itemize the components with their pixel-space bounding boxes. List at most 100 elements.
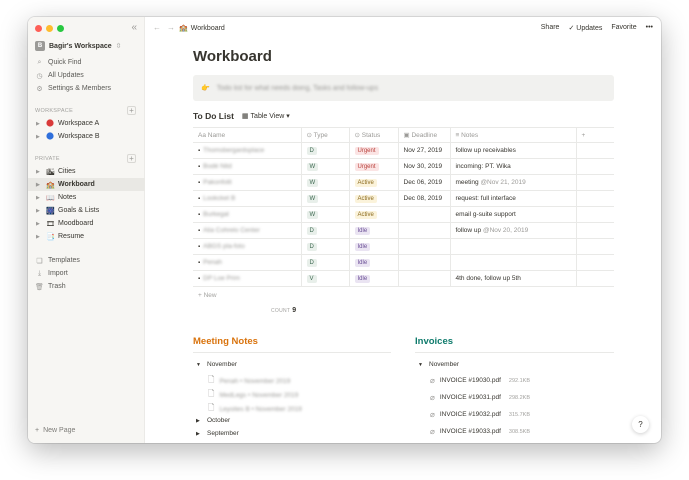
status-cell[interactable]: Active [349,190,399,207]
name-cell[interactable]: ▪ Lookcket B [193,190,302,207]
sidebar-item-workspace-a[interactable]: ▶ Workspace A [28,117,145,130]
status-cell[interactable]: Idle [349,254,399,271]
all-updates-button[interactable]: ◷ All Updates [28,69,145,82]
name-cell[interactable]: ▪ Alia Cohrelo Center [193,222,302,239]
new-page-button[interactable]: + New Page [35,427,75,434]
toggle-closed-icon[interactable]: ▶ [196,418,202,424]
status-cell[interactable]: Idle [349,238,399,255]
deadline-cell[interactable]: Dec 08, 2019 [398,190,451,207]
table-row[interactable]: ▪ ABGS pla-foto D Idle [193,238,614,255]
type-cell[interactable]: W [301,174,350,191]
column-header-deadline[interactable]: ▣ Deadline [398,127,451,143]
table-row[interactable]: ▪ Thomsbergardsplace D Urgent Nov 27, 2019 fo… [193,142,614,159]
count-summary[interactable]: COUNT 9 [271,307,296,314]
settings-members-button[interactable]: ⚙ Settings & Members [28,82,145,95]
invoice-file[interactable]: ⌀ INVOICE #19031.pdf 298.2KB [430,393,530,402]
trash-button[interactable]: 🗑 Trash [28,280,145,293]
maximize-window-button[interactable] [57,25,64,32]
sidebar-item-workspace-b[interactable]: ▶ Workspace B [28,130,145,143]
meeting-note-link[interactable]: 🗋 Penah • November 2019 [208,374,290,388]
sidebar-item-workboard[interactable]: ▶ 🏫 Workboard [28,178,145,191]
deadline-cell[interactable]: Nov 30, 2019 [398,158,451,175]
add-column-button[interactable]: + [576,127,614,143]
name-cell[interactable]: ▪ DP Loe Prim [193,270,302,287]
table-row[interactable]: ▪ Pakonfolit W Active Dec 06, 2019 meeting @N… [193,174,614,191]
meeting-note-link[interactable]: 🗋 MedLegs • November 2019 [208,388,298,402]
deadline-cell[interactable] [398,206,451,223]
invoice-file[interactable]: ⌀ INVOICE #19030.pdf 292.1KB [430,376,530,385]
expand-triangle-icon[interactable]: ▶ [36,121,43,127]
deadline-cell[interactable]: Dec 06, 2019 [398,174,451,191]
meeting-note-link[interactable]: 🗋 Leyoites B • November 2019 [208,402,302,416]
deadline-cell[interactable] [398,270,451,287]
invoice-file[interactable]: ⌀ INVOICE #19032.pdf 315.7KB [430,410,530,419]
close-window-button[interactable] [35,25,42,32]
more-options-icon[interactable]: ••• [646,24,653,32]
templates-button[interactable]: ❏ Templates [28,254,145,267]
type-cell[interactable]: D [301,238,350,255]
toggle-november[interactable]: ▼ November [196,361,237,368]
sidebar-item-notes[interactable]: ▶ 📖 Notes [28,191,145,204]
name-cell[interactable]: ▪ Thomsbergardsplace [193,142,302,159]
type-cell[interactable]: V [301,270,350,287]
toggle-closed-icon[interactable]: ▶ [196,431,202,437]
import-button[interactable]: ⤓ Import [28,267,145,280]
expand-triangle-icon[interactable]: ▶ [36,169,43,175]
deadline-cell[interactable]: Nov 27, 2019 [398,142,451,159]
notes-cell[interactable]: request: full interface [450,190,577,207]
quick-find-button[interactable]: ⌕ Quick Find [28,56,145,69]
type-cell[interactable]: D [301,222,350,239]
table-row[interactable]: ▪ Bodé Nitd W Urgent Nov 30, 2019 incoming: P… [193,158,614,175]
expand-triangle-icon[interactable]: ▶ [36,134,43,140]
page-title[interactable]: Workboard [193,48,272,65]
workspace-switcher[interactable]: B Bagir's Workspace ⇳ [35,41,122,51]
type-cell[interactable]: W [301,190,350,207]
updates-button[interactable]: ✓ Updates [568,24,602,32]
table-row[interactable]: ▪ DP Loe Prim V Idle 4th done, follow up 5th [193,270,614,287]
share-button[interactable]: Share [541,24,560,32]
add-private-page-button[interactable]: + [127,154,136,163]
expand-triangle-icon[interactable]: ▶ [36,182,43,188]
type-cell[interactable]: W [301,206,350,223]
deadline-cell[interactable] [398,238,451,255]
name-cell[interactable]: ▪ Burkegal [193,206,302,223]
add-workspace-page-button[interactable]: + [127,106,136,115]
breadcrumb[interactable]: 🏫 Workboard [179,24,225,33]
type-cell[interactable]: W [301,158,350,175]
expand-triangle-icon[interactable]: ▶ [36,221,43,227]
table-row[interactable]: ▪ Burkegal W Active email g-suite support [193,206,614,223]
new-row-button[interactable]: + New [198,292,217,299]
sidebar-item-moodboard[interactable]: ▶ 🎞 Moodboard [28,217,145,230]
favorite-button[interactable]: Favorite [611,24,636,32]
expand-triangle-icon[interactable]: ▶ [36,195,43,201]
notes-cell[interactable]: incoming: PT. Wika [450,158,577,175]
notes-cell[interactable]: 4th done, follow up 5th [450,270,577,287]
help-button[interactable]: ? [632,416,649,433]
column-header-type[interactable]: ⊙ Type [301,127,350,143]
notes-cell[interactable]: follow up receivables [450,142,577,159]
toggle-september[interactable]: ▶ September [196,430,239,437]
deadline-cell[interactable] [398,222,451,239]
meeting-notes-heading[interactable]: Meeting Notes [193,336,258,347]
toggle-invoices-november[interactable]: ▼ November [418,361,459,368]
status-cell[interactable]: Active [349,206,399,223]
notes-cell[interactable] [450,254,577,271]
collapse-sidebar-icon[interactable]: « [131,22,137,33]
forward-arrow-icon[interactable]: → [167,23,175,32]
column-header-notes[interactable]: ≡ Notes [450,127,577,143]
name-cell[interactable]: ▪ ABGS pla-foto [193,238,302,255]
view-switcher-button[interactable]: ▦ Table View ▾ [242,112,290,121]
status-cell[interactable]: Urgent [349,158,399,175]
name-cell[interactable]: ▪ Penah [193,254,302,271]
status-cell[interactable]: Urgent [349,142,399,159]
notes-cell[interactable]: meeting @Nov 21, 2019 [450,174,577,191]
type-cell[interactable]: D [301,254,350,271]
invoices-heading[interactable]: Invoices [415,336,453,347]
minimize-window-button[interactable] [46,25,53,32]
column-header-name[interactable]: Aa Name [193,127,302,143]
type-cell[interactable]: D [301,142,350,159]
database-title[interactable]: To Do List [193,111,234,121]
name-cell[interactable]: ▪ Bodé Nitd [193,158,302,175]
expand-triangle-icon[interactable]: ▶ [36,208,43,214]
toggle-open-icon[interactable]: ▼ [418,362,424,368]
